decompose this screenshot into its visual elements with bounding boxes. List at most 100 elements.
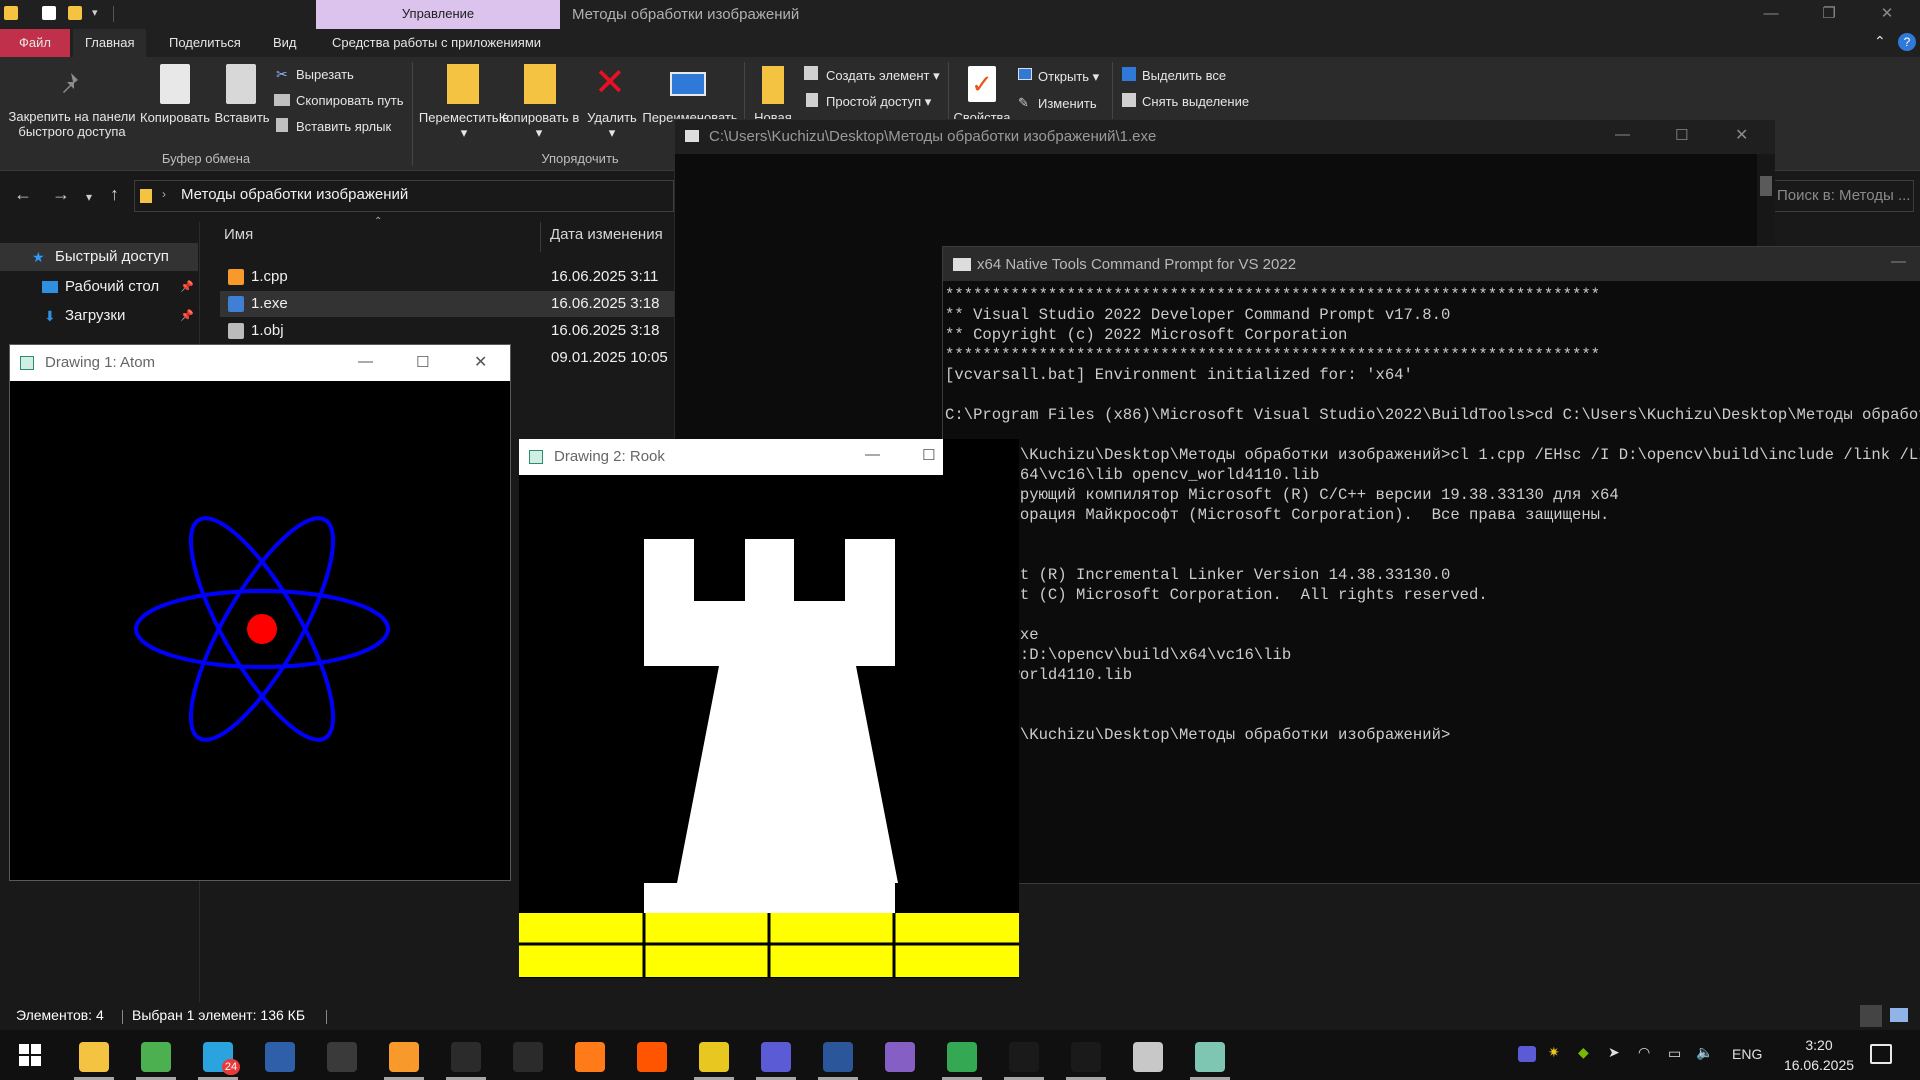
tab-app-tools[interactable]: Средства работы с приложениями [320,29,553,57]
paste-shortcut-button[interactable]: Вставить ярлык [296,119,391,134]
recent-locations-button[interactable]: ▾ [86,190,92,204]
windows-logo-icon [19,1044,41,1066]
word-icon [823,1042,853,1072]
minimize-button[interactable]: — [1742,0,1800,29]
tab-file[interactable]: Файл [0,29,70,57]
pin-icon[interactable]: 📌 [180,273,194,301]
maximize-button[interactable]: ☐ [1675,126,1688,144]
nav-desktop[interactable]: Рабочий стол [65,273,159,301]
context-tab-manage[interactable]: Управление [316,0,560,29]
open-button[interactable]: Открыть ▾ [1038,69,1099,85]
nav-downloads[interactable]: Загрузки [65,302,125,330]
taskbar-app-button[interactable] [622,1035,682,1080]
taskbar-app-button[interactable] [994,1035,1054,1080]
start-button[interactable] [18,1043,42,1067]
minimize-button[interactable]: — [1615,126,1630,143]
taskbar-app-button[interactable] [808,1035,868,1080]
new-item-button[interactable]: Создать элемент ▾ [826,68,940,84]
select-none-button[interactable]: Снять выделение [1142,94,1249,109]
cmd-icon [953,258,971,271]
battery-icon[interactable]: ▭ [1668,1045,1681,1062]
taskbar-app-button[interactable] [498,1035,558,1080]
console-line: Оптимизирующий компилятор Microsoft (R) … [945,486,1619,504]
desktop-icon [42,281,58,293]
easy-access-icon [806,93,818,107]
vs-command-prompt-window[interactable]: x64 Native Tools Command Prompt for VS 2… [942,246,1920,884]
tiles-view-button[interactable] [1890,1008,1908,1022]
file-row[interactable]: 1.exe 16.06.2025 3:18 [220,291,680,317]
column-header-name[interactable]: Имя [224,226,253,243]
minimize-button[interactable]: — [1891,253,1906,270]
scrollbar-thumb[interactable] [1760,176,1772,196]
copy-button[interactable]: Копировать [139,110,211,125]
up-button[interactable]: ↑ [110,184,119,205]
taskbar-app-button[interactable] [64,1035,124,1080]
tray-nvidia-icon[interactable]: ◆ [1578,1044,1589,1061]
tab-home[interactable]: Главная [73,29,147,57]
taskbar-app-button[interactable] [374,1035,434,1080]
volume-icon[interactable]: 🔈 [1696,1044,1713,1061]
maximize-button[interactable]: ☐ [922,446,935,464]
breadcrumb-current-folder[interactable]: Методы обработки изображений [181,186,408,203]
select-all-button[interactable]: Выделить все [1142,68,1226,83]
taskbar-app-button[interactable] [436,1035,496,1080]
language-indicator[interactable]: ENG [1732,1046,1762,1062]
clock[interactable]: 3:20 16.06.2025 [1776,1035,1862,1075]
tray-sparkle-icon[interactable]: ✷ [1548,1044,1560,1061]
tray-link-icon[interactable] [1518,1046,1536,1062]
copy-path-button[interactable]: Скопировать путь [296,93,404,108]
copy-to-button[interactable]: Копировать в ▾ [498,110,580,140]
notifications-icon[interactable] [1870,1044,1892,1064]
close-button[interactable]: ✕ [1735,125,1748,145]
taskbar-app-button[interactable] [1118,1035,1178,1080]
help-icon[interactable]: ? [1898,33,1916,51]
minimize-button[interactable]: — [865,446,880,463]
minimize-button[interactable]: — [358,353,373,370]
taskbar-app-button[interactable] [1056,1035,1116,1080]
tray-telegram-icon[interactable]: ➤ [1608,1044,1620,1061]
file-row[interactable]: 1.obj 16.06.2025 3:18 [220,318,680,344]
back-button[interactable]: ← [14,184,32,205]
rook-body [644,539,898,913]
edit-button[interactable]: Изменить [1038,96,1097,111]
explorer-title-bar [0,0,1920,29]
properties-qat-icon[interactable] [42,6,56,20]
search-input[interactable]: Поиск в: Методы ... [1774,180,1914,212]
wifi-icon[interactable]: ◠ [1638,1044,1650,1061]
new-folder-qat-icon[interactable] [68,6,82,20]
collapse-ribbon-icon[interactable]: ⌃ [1874,33,1886,50]
maximize-button[interactable]: ☐ [416,353,429,371]
cut-button[interactable]: Вырезать [296,67,354,82]
details-view-button[interactable] [1860,1005,1882,1027]
taskbar-app-button[interactable] [684,1035,744,1080]
delete-button[interactable]: Удалить ▾ [582,110,642,140]
taskbar-app-button[interactable] [312,1035,372,1080]
rook-drawing-window[interactable]: Drawing 2: Rook — ☐ [519,439,1019,978]
taskbar-app-button[interactable] [1180,1035,1240,1080]
taskbar-app-button[interactable] [932,1035,992,1080]
tab-view[interactable]: Вид [261,29,309,57]
taskbar-app-button[interactable]: 24 [188,1035,248,1080]
pin-icon[interactable]: 📌 [180,302,194,330]
tab-share[interactable]: Поделиться [157,29,253,57]
nav-quick-access[interactable]: Быстрый доступ [55,243,169,271]
paste-button[interactable]: Вставить [212,110,272,125]
close-button[interactable]: ✕ [474,352,487,372]
console-output: ****************************************… [945,285,1920,745]
taskbar-app-button[interactable] [870,1035,930,1080]
file-row[interactable]: 1.cpp 16.06.2025 3:11 [220,264,680,290]
easy-access-button[interactable]: Простой доступ ▾ [826,94,931,110]
close-button[interactable]: ✕ [1858,0,1916,29]
pin-quick-access-button[interactable]: Закрепить на панели быстрого доступа [6,109,138,139]
taskbar-app-button[interactable] [560,1035,620,1080]
customize-qat-icon[interactable]: ▾ [92,6,98,19]
taskbar-app-button[interactable] [250,1035,310,1080]
atom-drawing-window[interactable]: Drawing 1: Atom — ☐ ✕ [9,344,511,881]
forward-button[interactable]: → [52,184,70,205]
column-header-date[interactable]: Дата изменения [550,226,663,243]
taskbar-app-button[interactable] [126,1035,186,1080]
s-app-icon [513,1042,543,1072]
console-icon [451,1042,481,1072]
taskbar-app-button[interactable] [746,1035,806,1080]
maximize-button[interactable]: ❐ [1800,0,1858,29]
